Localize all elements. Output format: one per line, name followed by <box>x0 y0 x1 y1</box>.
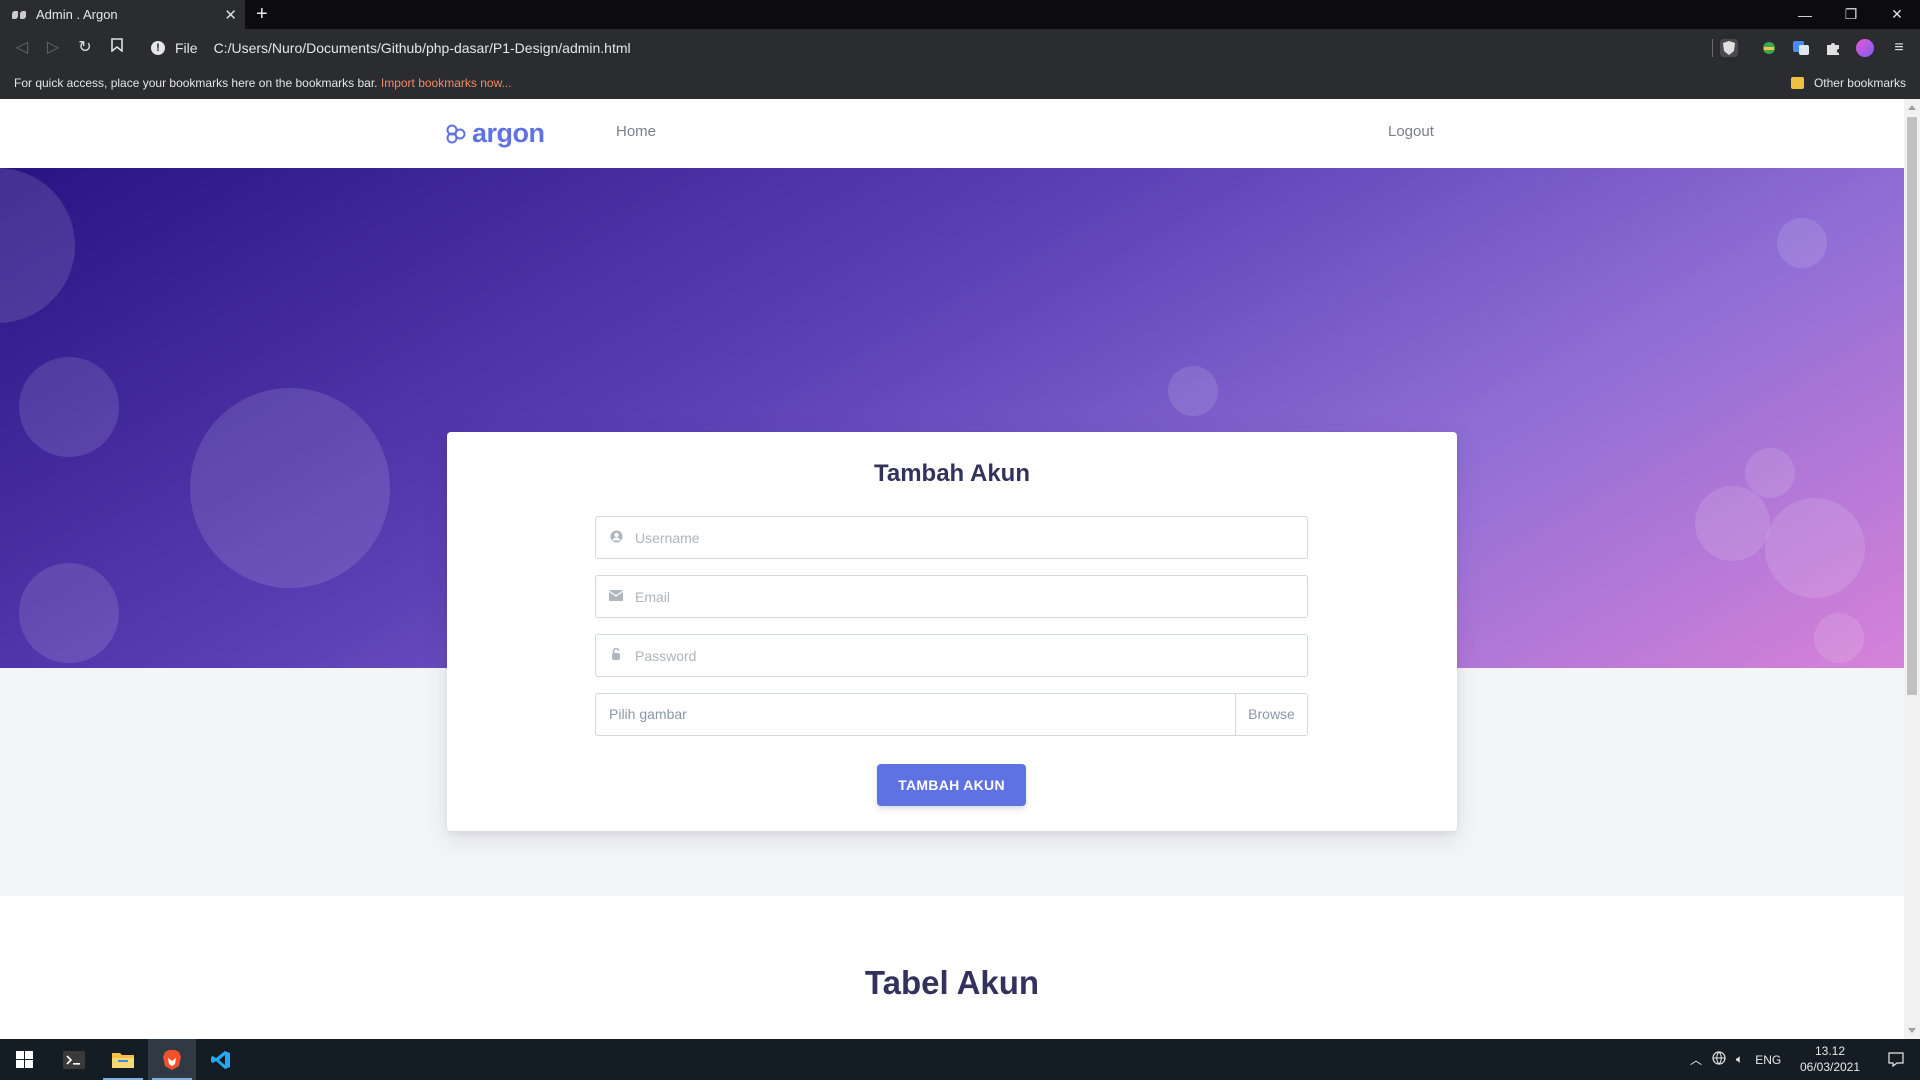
brave-browser-app[interactable] <box>148 1039 196 1080</box>
vscode-icon <box>211 1050 230 1069</box>
folder-icon <box>1790 77 1804 89</box>
new-tab-icon[interactable]: + <box>256 3 268 26</box>
email-input[interactable] <box>635 588 1285 605</box>
language-indicator[interactable]: ENG <box>1755 1053 1781 1067</box>
folder-icon <box>112 1052 134 1068</box>
reload-icon[interactable]: ↻ <box>75 38 95 58</box>
envelope-icon <box>608 589 624 604</box>
address-scheme: File <box>175 40 198 56</box>
tab-title: Admin . Argon <box>36 7 118 22</box>
address-url: C:/Users/Nuro/Documents/Github/php-dasar… <box>213 40 631 56</box>
brave-lion-icon <box>163 1049 181 1070</box>
add-account-button[interactable]: TAMBAH AKUN <box>877 764 1026 806</box>
brand-name: argon <box>472 118 545 148</box>
site-navbar: argon Home Logout <box>0 99 1904 168</box>
image-file-input[interactable]: Pilih gambar Browse <box>595 693 1308 736</box>
page-viewport: argon Home Logout Tabel Akun Tambah Akun <box>0 99 1920 1039</box>
browse-button[interactable]: Browse <box>1235 694 1307 735</box>
brave-shield-icon[interactable] <box>1720 39 1738 57</box>
clock-date: 06/03/2021 <box>1799 1060 1861 1074</box>
decor-circle <box>190 388 390 588</box>
bookmarks-message: For quick access, place your bookmarks h… <box>14 76 378 90</box>
windows-taskbar: ︿ 🔈︎ ENG 13.12 06/03/2021 <box>0 1039 1920 1080</box>
address-bar-row: ◁ ▷ ↻ ! File C:/Users/Nuro/Documents/Git… <box>0 29 1920 67</box>
browser-tab[interactable]: Admin . Argon ✕ <box>0 0 245 29</box>
brand-logo[interactable]: argon <box>446 118 545 149</box>
system-tray: ︿ 🔈︎ ENG <box>1690 1039 1781 1080</box>
decor-circle <box>1168 366 1218 416</box>
vscode-app[interactable] <box>197 1039 245 1080</box>
scrollbar-thumb[interactable] <box>1907 117 1917 695</box>
decor-circle <box>0 168 75 323</box>
clock-time: 13.12 <box>1814 1044 1846 1058</box>
windows-logo-icon <box>15 1051 33 1068</box>
username-field[interactable] <box>595 516 1308 559</box>
file-explorer-app[interactable] <box>99 1039 147 1080</box>
clock[interactable]: 13.12 06/03/2021 <box>1795 1043 1865 1075</box>
network-icon[interactable] <box>1712 1051 1726 1068</box>
menu-icon[interactable]: ≡ <box>1889 38 1909 58</box>
start-button[interactable] <box>0 1039 48 1080</box>
volume-icon[interactable]: 🔈︎ <box>1736 1052 1743 1067</box>
decor-circle <box>1765 498 1865 598</box>
site-info-icon[interactable]: ! <box>151 41 165 55</box>
email-field[interactable] <box>595 575 1308 618</box>
minimize-icon[interactable]: — <box>1782 0 1828 29</box>
profile-avatar-icon[interactable] <box>1856 39 1874 57</box>
scroll-down-icon[interactable] <box>1908 1028 1916 1033</box>
user-icon <box>609 530 623 546</box>
page-scrollbar[interactable] <box>1904 99 1920 1039</box>
window-close-icon[interactable]: ✕ <box>1874 0 1920 29</box>
argon-logo-icon <box>446 124 466 143</box>
bookmark-icon[interactable] <box>107 38 127 58</box>
nav-home-link[interactable]: Home <box>616 123 656 140</box>
username-input[interactable] <box>635 529 1285 546</box>
decor-circle <box>1777 218 1827 268</box>
other-bookmarks-label: Other bookmarks <box>1813 76 1906 90</box>
decor-circle <box>19 563 119 663</box>
decor-circle <box>1814 613 1864 663</box>
extension-pencil-icon[interactable] <box>1760 39 1778 57</box>
table-title: Tabel Akun <box>864 964 1040 1001</box>
notifications-button[interactable] <box>1872 1039 1920 1080</box>
omnibox-divider <box>1712 39 1713 57</box>
nav-logout-link[interactable]: Logout <box>1388 123 1434 140</box>
forward-icon[interactable]: ▷ <box>43 38 63 58</box>
bookmarks-message-line: For quick access, place your bookmarks h… <box>14 76 512 90</box>
import-bookmarks-link[interactable]: Import bookmarks now... <box>381 76 512 90</box>
terminal-app[interactable] <box>50 1039 98 1080</box>
tab-close-icon[interactable]: ✕ <box>224 6 237 24</box>
password-field[interactable] <box>595 634 1308 677</box>
password-input[interactable] <box>635 647 1285 664</box>
back-icon[interactable]: ◁ <box>12 38 32 58</box>
decor-circle <box>1745 448 1795 498</box>
decor-circle <box>19 357 119 457</box>
form-title: Tambah Akun <box>873 460 1030 487</box>
lock-icon <box>609 647 623 664</box>
browser-tab-strip: Admin . Argon ✕ + — ❐ ✕ <box>0 0 1920 29</box>
decor-circle <box>1695 486 1770 561</box>
bookmarks-bar: For quick access, place your bookmarks h… <box>0 67 1920 99</box>
add-account-card: Tambah Akun Pilih gambar Browse TAMBAH A… <box>447 432 1457 831</box>
translate-icon[interactable] <box>1792 39 1810 57</box>
terminal-icon <box>63 1050 85 1069</box>
tray-expand-icon[interactable]: ︿ <box>1690 1051 1702 1068</box>
restore-icon[interactable]: ❐ <box>1828 0 1874 29</box>
tab-favicon-icon <box>12 10 26 19</box>
omnibox[interactable]: ! File C:/Users/Nuro/Documents/Github/ph… <box>143 34 1713 62</box>
extensions-puzzle-icon[interactable] <box>1824 39 1842 57</box>
scroll-up-icon[interactable] <box>1908 105 1916 110</box>
file-input-label[interactable]: Pilih gambar <box>596 694 1235 735</box>
notification-icon <box>1888 1052 1904 1067</box>
other-bookmarks-button[interactable]: Other bookmarks <box>1790 76 1906 90</box>
